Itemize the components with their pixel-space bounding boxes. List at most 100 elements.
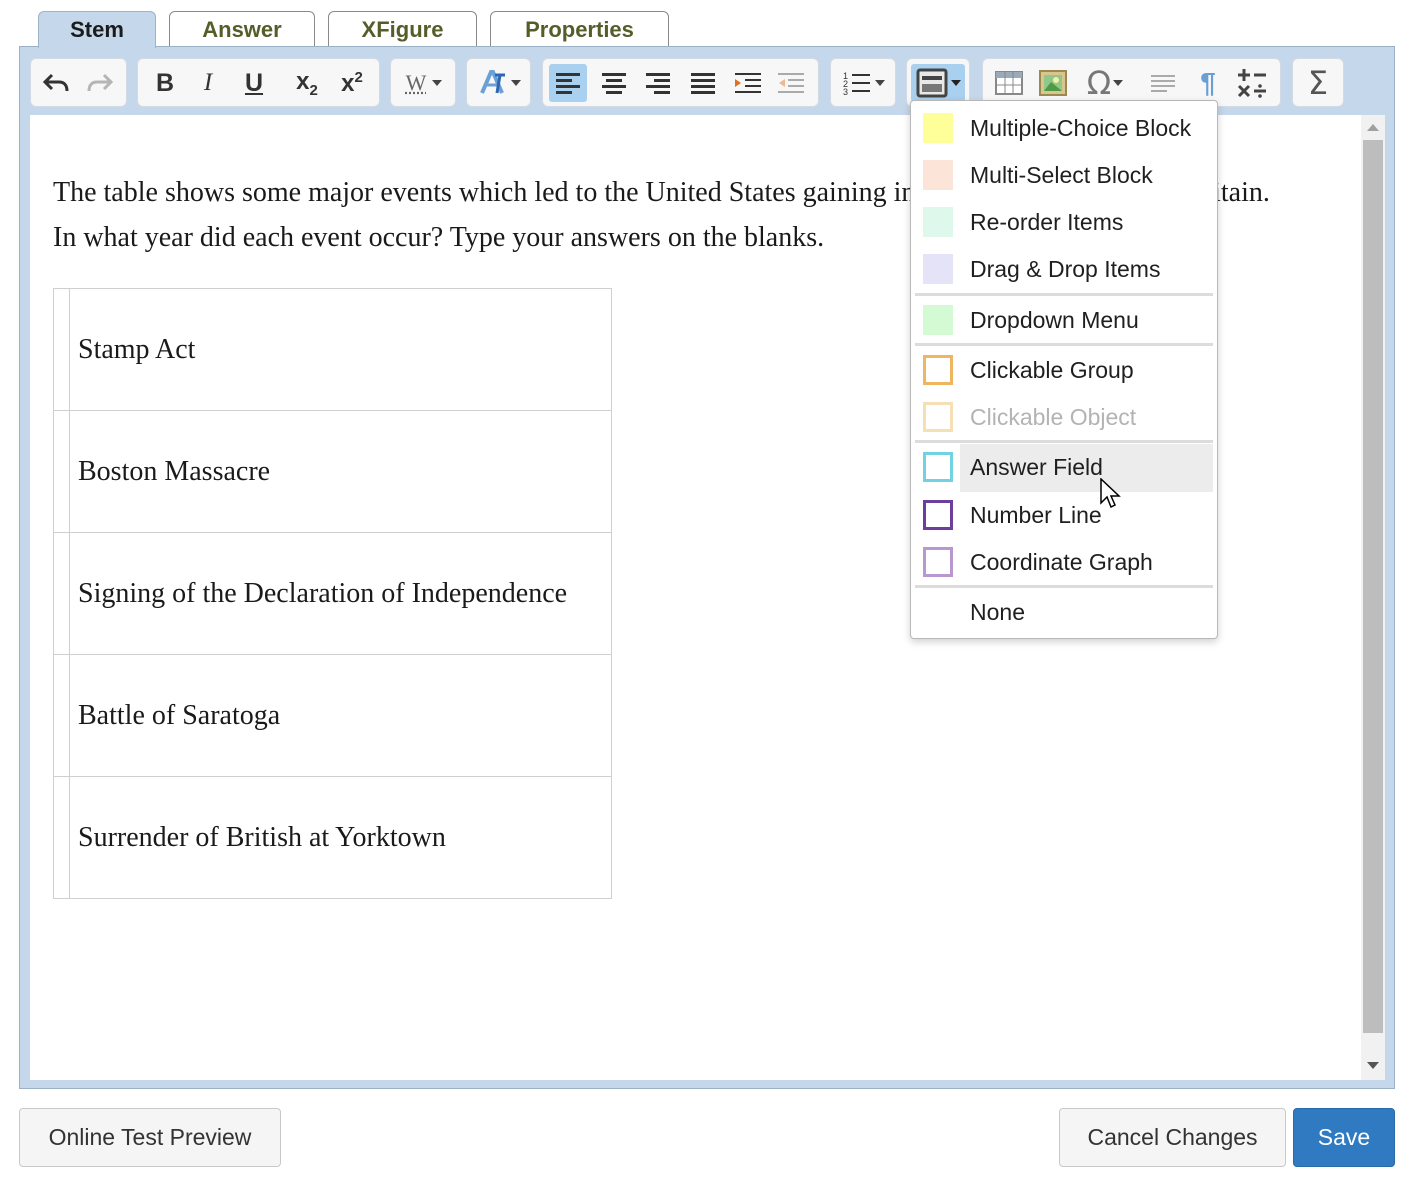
menu-item-none[interactable]: None [911, 589, 1217, 635]
subscript-button[interactable]: x2 [288, 64, 326, 102]
scroll-thumb[interactable] [1363, 140, 1383, 1033]
special-char-dropdown[interactable]: Ω [1080, 64, 1130, 102]
interaction-block-icon [916, 68, 947, 98]
table-cell [53, 654, 70, 777]
event-label: Battle of Saratoga [69, 654, 612, 777]
redo-button[interactable] [81, 64, 119, 102]
underline-button[interactable]: U [235, 64, 273, 102]
special-char-icon: Ω [1086, 64, 1112, 102]
scroll-down-arrow[interactable] [1361, 1055, 1385, 1075]
event-label: Signing of the Declaration of Independen… [69, 532, 612, 655]
swatch-icon [923, 207, 953, 237]
align-right-icon [646, 73, 670, 94]
undo-icon [42, 73, 69, 92]
menu-item-clickable-group[interactable]: Clickable Group [911, 347, 1217, 393]
justify-icon [691, 73, 715, 94]
align-right-button[interactable] [639, 64, 677, 102]
table-cell [53, 288, 70, 411]
menu-item-reorder-items[interactable]: Re-order Items [911, 199, 1217, 245]
text-style-dropdown[interactable] [475, 64, 525, 102]
table-cell [53, 410, 70, 533]
menu-item-label: Multiple-Choice Block [970, 115, 1192, 141]
menu-item-answer-field[interactable]: Answer Field [911, 444, 1217, 492]
chevron-down-icon [950, 80, 961, 86]
math-operators-icon [1237, 69, 1266, 98]
menu-item-drag-drop-items[interactable]: Drag & Drop Items [911, 246, 1217, 292]
swatch-icon [923, 547, 953, 577]
toolbar-group-math: Σ [1292, 58, 1344, 107]
menu-item-dropdown-menu[interactable]: Dropdown Menu [911, 297, 1217, 343]
menu-item-label: Re-order Items [970, 209, 1124, 235]
bold-button[interactable]: B [146, 64, 184, 102]
bold-icon: B [155, 68, 175, 97]
table-row: Battle of Saratoga [53, 654, 612, 777]
swatch-icon [923, 452, 953, 482]
menu-item-label: Coordinate Graph [970, 549, 1153, 575]
undo-button[interactable] [37, 64, 75, 102]
table-icon [995, 71, 1023, 95]
table-cell [53, 776, 70, 899]
toolbar-group-basicstyles: B I U x2 x2 [137, 58, 380, 107]
menu-separator [915, 293, 1213, 296]
menu-item-label: Drag & Drop Items [970, 256, 1161, 282]
cancel-changes-button[interactable]: Cancel Changes [1059, 1108, 1286, 1167]
menu-item-multiple-choice-block[interactable]: Multiple-Choice Block [911, 105, 1217, 151]
menu-item-number-line[interactable]: Number Line [911, 492, 1217, 538]
show-blocks-button[interactable] [1144, 64, 1182, 102]
swatch-icon [923, 500, 953, 530]
menu-item-label: Number Line [970, 502, 1102, 528]
vertical-scrollbar[interactable] [1361, 115, 1385, 1080]
numbered-list-dropdown[interactable]: 123 [839, 64, 889, 102]
tab-answer[interactable]: Answer [169, 11, 315, 48]
outdent-button[interactable] [772, 64, 810, 102]
swatch-icon [923, 402, 953, 432]
save-button[interactable]: Save [1293, 1108, 1395, 1167]
paragraph-button[interactable]: ¶ [1189, 64, 1227, 102]
tab-properties[interactable]: Properties [490, 11, 669, 48]
interaction-block-dropdown[interactable] [911, 64, 965, 102]
menu-item-multi-select-block[interactable]: Multi-Select Block [911, 152, 1217, 198]
table-button[interactable] [990, 64, 1028, 102]
swatch-icon [923, 305, 953, 335]
equation-editor-button[interactable]: Σ [1299, 64, 1337, 102]
menu-item-label: Clickable Group [970, 357, 1134, 383]
online-test-preview-button[interactable]: Online Test Preview [19, 1108, 281, 1167]
align-center-icon [602, 73, 626, 94]
indent-button[interactable] [729, 64, 767, 102]
swatch-icon [923, 160, 953, 190]
mouse-cursor-icon [1100, 478, 1121, 509]
table-row: Surrender of British at Yorktown [53, 776, 612, 899]
toolbar-group-alignment [542, 58, 819, 107]
justify-button[interactable] [684, 64, 722, 102]
tab-xfigure[interactable]: XFigure [328, 11, 477, 48]
indent-icon [735, 73, 761, 93]
subscript-icon: x2 [296, 67, 318, 99]
toolbar-group-textstyle [466, 58, 531, 107]
swatch-icon [923, 113, 953, 143]
menu-separator [915, 440, 1213, 443]
arrow-down-icon [1367, 1061, 1379, 1069]
text-style-icon [480, 70, 505, 94]
superscript-button[interactable]: x2 [333, 64, 371, 102]
menu-item-label: Multi-Select Block [970, 162, 1153, 188]
table-row: Boston Massacre [53, 410, 612, 533]
tab-stem[interactable]: Stem [38, 11, 156, 48]
image-button[interactable] [1034, 64, 1072, 102]
toolbar-group-wordstyle: W [390, 58, 456, 107]
toolbar-group-list: 123 [830, 58, 896, 107]
menu-separator [915, 343, 1213, 346]
menu-item-label: Clickable Object [970, 404, 1137, 430]
event-label: Stamp Act [69, 288, 612, 411]
toolbar-group-history [30, 58, 127, 107]
align-center-button[interactable] [595, 64, 633, 102]
align-left-button[interactable] [549, 64, 587, 102]
italic-button[interactable]: I [189, 64, 227, 102]
menu-item-coordinate-graph[interactable]: Coordinate Graph [911, 539, 1217, 585]
scroll-up-arrow[interactable] [1361, 117, 1385, 137]
math-operators-button[interactable] [1233, 64, 1271, 102]
chevron-down-icon [875, 80, 885, 86]
table-row: Signing of the Declaration of Independen… [53, 532, 612, 655]
chevron-down-icon [1113, 80, 1124, 86]
event-label: Boston Massacre [69, 410, 612, 533]
word-style-dropdown[interactable]: W [399, 64, 449, 102]
